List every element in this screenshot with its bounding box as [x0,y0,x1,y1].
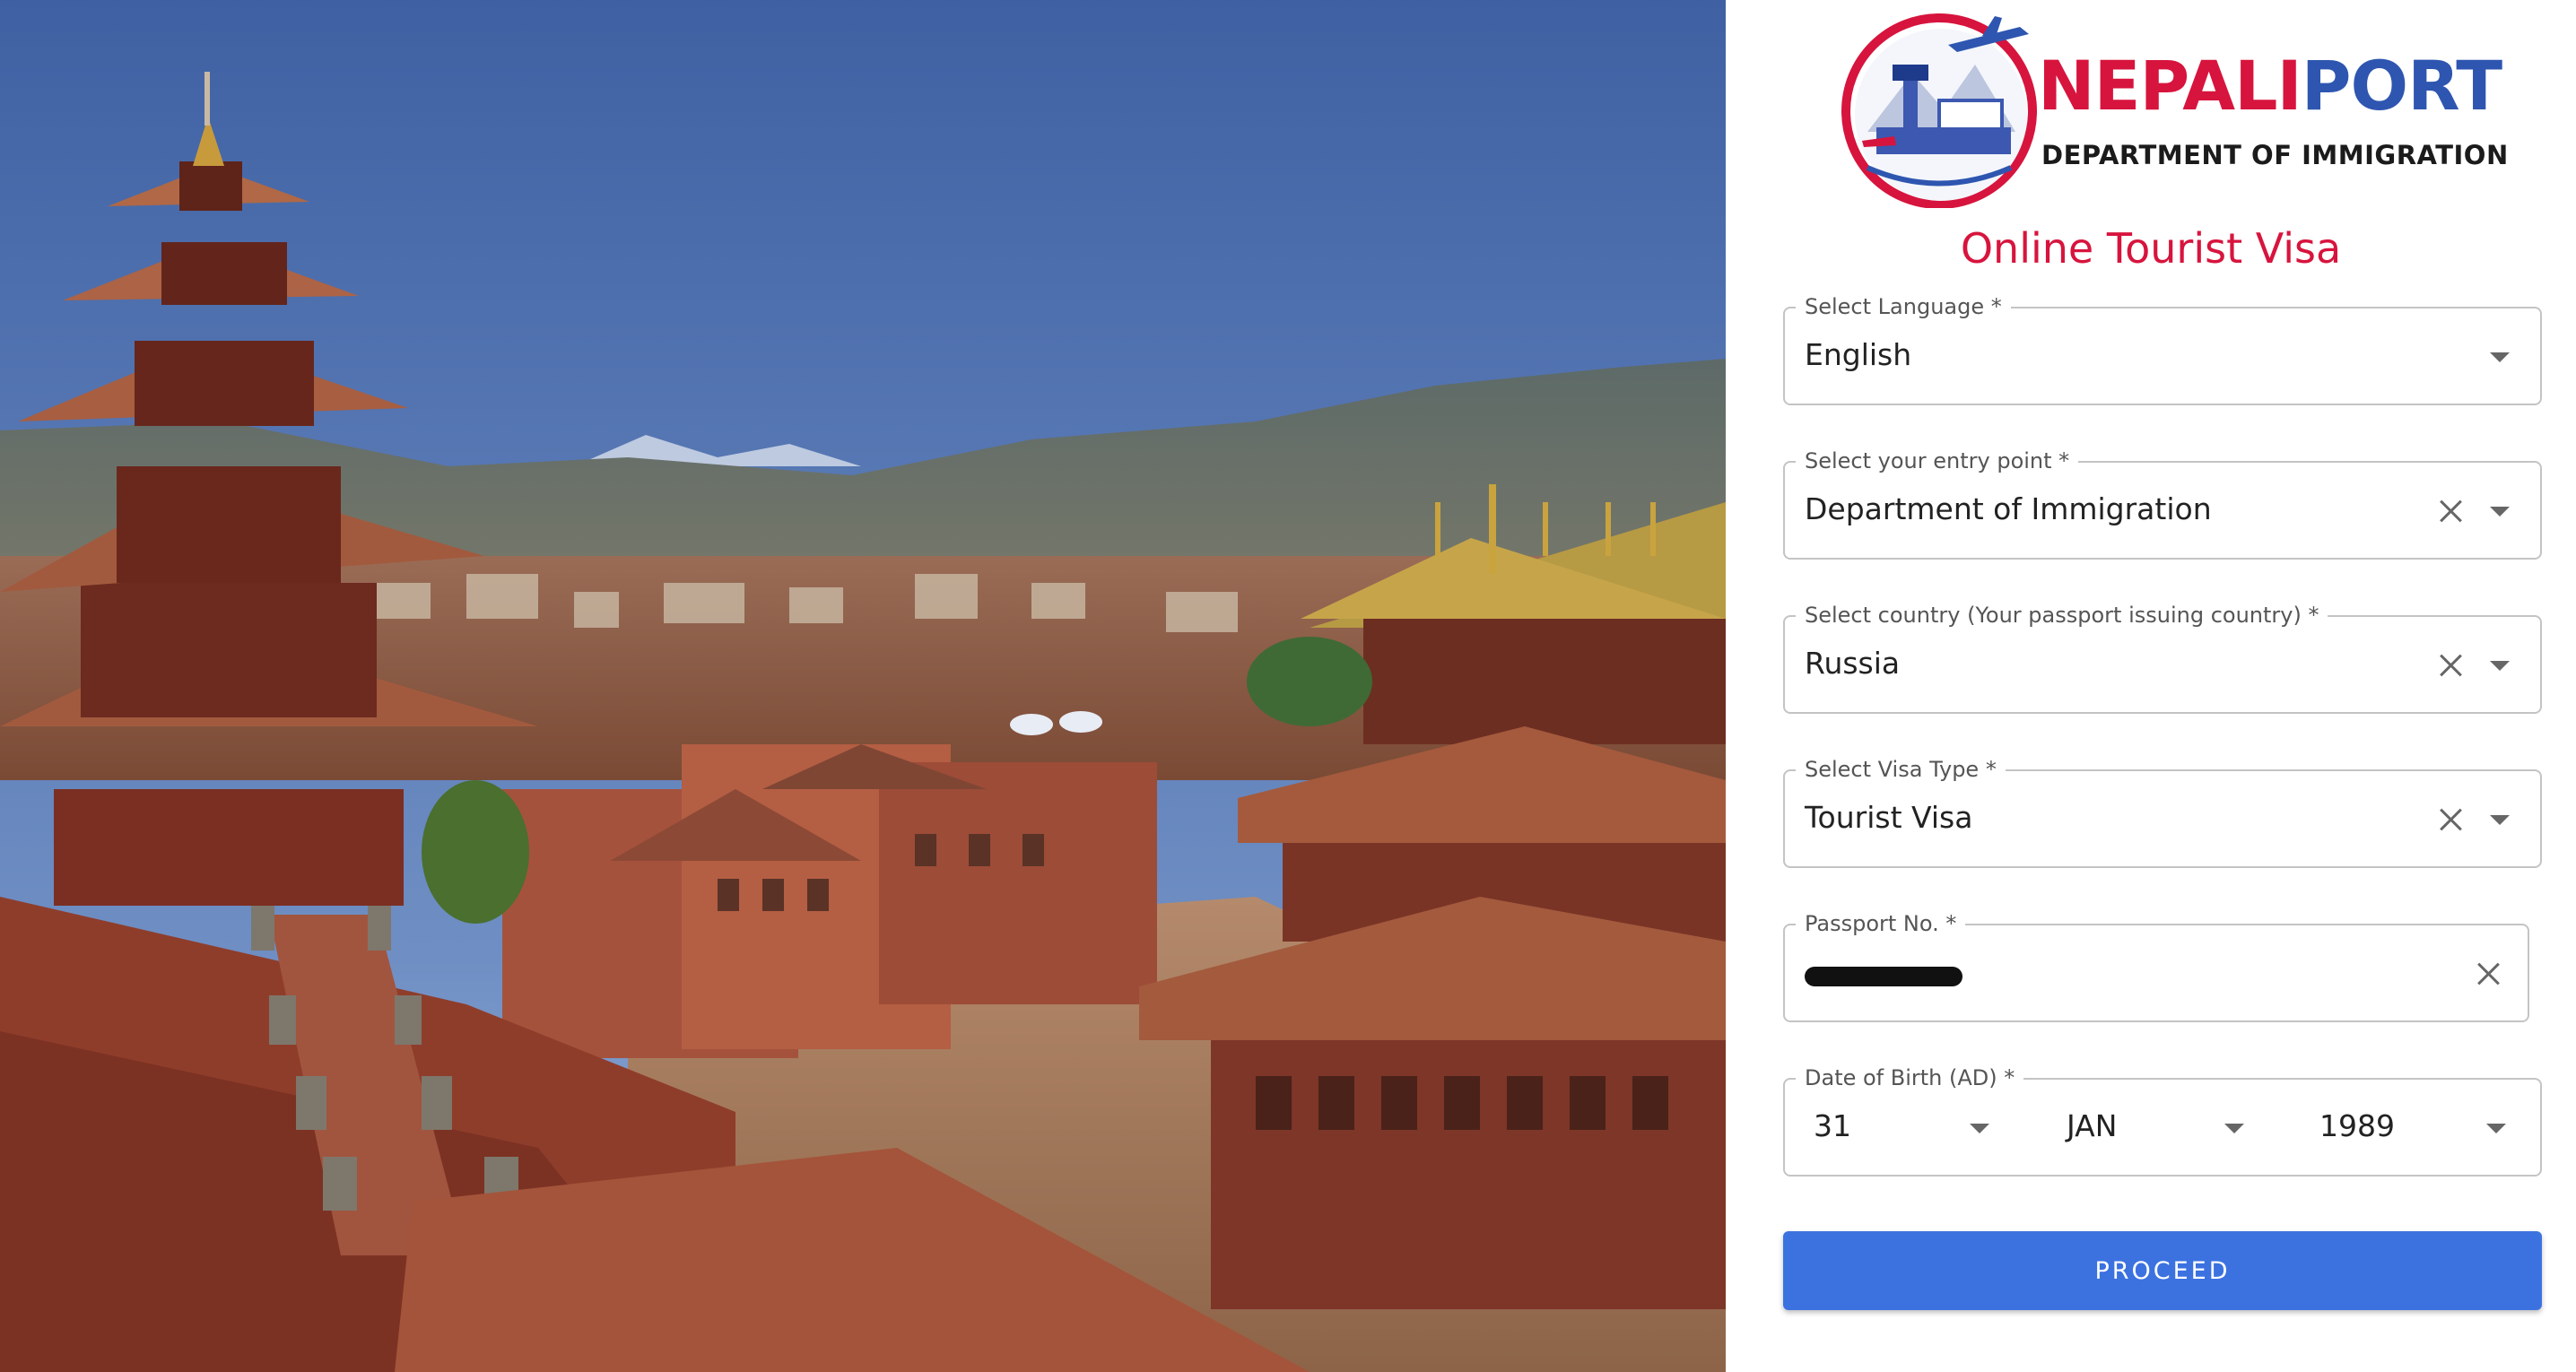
passport-number-label: Passport No. * [1796,907,1966,940]
language-value: English [1805,337,1912,372]
close-icon[interactable] [2432,802,2468,838]
chevron-down-icon[interactable] [2224,1124,2244,1133]
chevron-down-icon[interactable] [2490,352,2510,362]
airport-emblem-icon [1841,13,2037,208]
brand-name: NEPALIPORT [2038,52,2502,120]
entry-point-select[interactable]: Select your entry point * Department of … [1783,445,2542,560]
proceed-button[interactable]: PROCEED [1783,1231,2542,1310]
country-select[interactable]: Select country (Your passport issuing co… [1783,599,2542,714]
chevron-down-icon[interactable] [2490,815,2510,825]
entry-point-label: Select your entry point * [1796,445,2079,477]
chevron-down-icon[interactable] [2490,661,2510,671]
language-select[interactable]: Select Language * English [1783,291,2542,405]
dob-month-select[interactable]: JAN [2067,1108,2117,1143]
hero-photo-kathmandu-temples [0,0,1726,1372]
close-icon[interactable] [2432,493,2468,529]
visa-form-panel: NEPALIPORT DEPARTMENT OF IMMIGRATION Onl… [1726,0,2576,1372]
brand-subtitle: DEPARTMENT OF IMMIGRATION [2041,140,2509,170]
country-label: Select country (Your passport issuing co… [1796,599,2328,631]
passport-number-redacted-value [1805,967,1962,986]
language-label: Select Language * [1796,291,2011,323]
form-title: Online Tourist Visa [1960,224,2342,273]
chevron-down-icon[interactable] [2490,507,2510,517]
visa-type-label: Select Visa Type * [1796,753,2006,786]
date-of-birth-label: Date of Birth (AD) * [1796,1062,2024,1094]
close-icon[interactable] [2470,956,2506,992]
visa-type-select[interactable]: Select Visa Type * Tourist Visa [1783,753,2542,868]
entry-point-value: Department of Immigration [1805,491,2212,526]
brand-name-part1: NEPALI [2038,46,2302,126]
close-icon[interactable] [2432,647,2468,683]
visa-type-value: Tourist Visa [1805,800,1973,835]
date-of-birth-field: Date of Birth (AD) * 31 JAN 1989 [1783,1062,2542,1177]
chevron-down-icon[interactable] [1970,1124,1989,1133]
chevron-down-icon[interactable] [2486,1124,2506,1133]
brand-name-part2: PORT [2301,46,2502,126]
dob-day-select[interactable]: 31 [1814,1108,1851,1143]
passport-number-field[interactable]: Passport No. * [1783,907,2529,1022]
country-value: Russia [1805,646,1901,681]
dob-year-select[interactable]: 1989 [2319,1108,2395,1143]
nepaliport-logo: NEPALIPORT DEPARTMENT OF IMMIGRATION [1841,11,2508,208]
